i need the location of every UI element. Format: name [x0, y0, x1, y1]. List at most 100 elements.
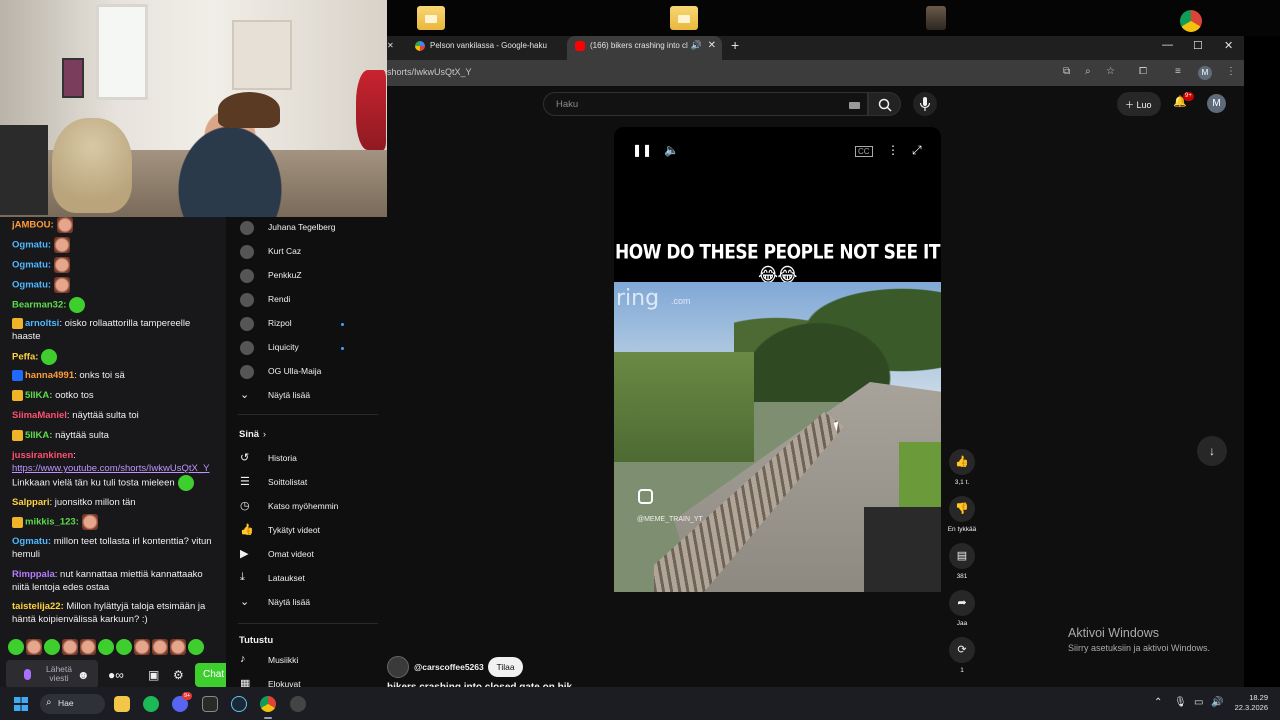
- volume-icon[interactable]: 🔈: [664, 143, 679, 157]
- chat-send-button[interactable]: Chat: [195, 663, 226, 687]
- chrome-icon[interactable]: [260, 696, 276, 712]
- chat-username[interactable]: Ogmatu:: [12, 280, 51, 291]
- shorts-player[interactable]: ❚❚ 🔈 CC ⋮ ⤢ HOW DO THESE PEOPLE NOT SEE …: [614, 127, 941, 592]
- chat-username[interactable]: jussirankinen: [12, 450, 73, 461]
- taskbar-search[interactable]: ⌕ Hae: [40, 694, 105, 714]
- sidebar-show-more[interactable]: ⌄ Näytä lisää: [226, 384, 387, 408]
- fullscreen-icon[interactable]: ⤢: [912, 143, 922, 158]
- chat-username[interactable]: Ogmatu:: [12, 260, 51, 271]
- chat-username[interactable]: Salppari: [12, 497, 50, 508]
- steam-icon[interactable]: [231, 696, 247, 712]
- dislike-button[interactable]: 👎 En tykkää: [942, 496, 982, 533]
- chat-username[interactable]: 5IIKA:: [25, 430, 52, 441]
- chat-username[interactable]: jAMBOU:: [12, 220, 54, 231]
- chat-username[interactable]: Ogmatu:: [12, 240, 51, 251]
- sidebar-item[interactable]: ⤓ Lataukset: [226, 567, 387, 591]
- subscribe-button[interactable]: Tilaa: [488, 657, 523, 677]
- windows-start-icon[interactable]: [14, 697, 28, 711]
- folder-icon[interactable]: [417, 6, 445, 30]
- chat-username[interactable]: hanna4991: [25, 370, 74, 381]
- section-heading-you[interactable]: Sinä: [239, 429, 259, 440]
- new-tab-button[interactable]: +: [731, 37, 739, 53]
- media-controls-icon[interactable]: ≡: [1175, 66, 1181, 77]
- sidebar-item[interactable]: ☰ Soittolistat: [226, 471, 387, 495]
- sidebar-item[interactable]: ▶ Omat videot: [226, 543, 387, 567]
- next-short-button[interactable]: ↓: [1197, 436, 1227, 466]
- spotify-icon[interactable]: [143, 696, 159, 712]
- tray-chevron-icon[interactable]: ⌃: [1154, 697, 1162, 708]
- extensions-icon[interactable]: ⧠: [1139, 66, 1147, 77]
- chat-username[interactable]: Ogmatu:: [12, 536, 51, 547]
- image-file-icon[interactable]: [926, 6, 946, 30]
- browser-menu-icon[interactable]: ⋮: [1226, 66, 1236, 77]
- url-text[interactable]: shorts/IwkwUsQtX_Y: [387, 67, 472, 77]
- sidebar-subscription[interactable]: Rizpol: [226, 312, 387, 336]
- sidebar-item[interactable]: ▦ Elokuvat: [226, 673, 387, 687]
- app-icon[interactable]: [290, 696, 306, 712]
- chat-username[interactable]: SiimaManiel: [12, 410, 67, 421]
- sidebar-subscription[interactable]: OG Ulla-Maija: [226, 360, 387, 384]
- keyboard-icon[interactable]: [849, 102, 860, 109]
- network-icon[interactable]: ▭: [1194, 697, 1203, 708]
- account-avatar[interactable]: M: [1207, 94, 1226, 113]
- file-explorer-icon[interactable]: [114, 696, 130, 712]
- comments-button[interactable]: ▤ 381: [947, 543, 977, 580]
- sidebar-subscription[interactable]: Kurt Caz: [226, 240, 387, 264]
- browser-window: ✕ Pelson vankilassa - Google-haku (166) …: [387, 36, 1244, 688]
- sidebar-item[interactable]: 👍 Tykätyt videot: [226, 519, 387, 543]
- create-button[interactable]: ＋ Luo: [1117, 92, 1161, 116]
- chat-username[interactable]: taistelija22:: [12, 601, 64, 612]
- chat-link[interactable]: https://www.youtube.com/shorts/IwkwUsQtX…: [12, 463, 209, 474]
- chat-username[interactable]: arnoltsi: [25, 318, 59, 329]
- chat-username[interactable]: 5IIKA:: [25, 390, 52, 401]
- channel-avatar[interactable]: [387, 656, 409, 678]
- tab-youtube-short[interactable]: (166) bikers crashing into cl 🔊 ✕: [567, 36, 722, 60]
- sidebar-subscription[interactable]: Juhana Tegelberg: [226, 217, 387, 240]
- search-input[interactable]: Haku: [543, 92, 868, 116]
- captions-icon[interactable]: CC: [855, 146, 873, 157]
- bits-icon[interactable]: ●∞: [108, 668, 124, 682]
- tab-close-icon[interactable]: ✕: [708, 40, 716, 51]
- sidebar-item[interactable]: ♪ Musiikki: [226, 649, 387, 673]
- share-button[interactable]: ➦ Jaa: [947, 590, 977, 627]
- audio-playing-icon[interactable]: 🔊: [691, 40, 702, 51]
- sidebar-show-more[interactable]: ⌄ Näytä lisää: [226, 591, 387, 615]
- zoom-icon[interactable]: ⌕: [1085, 66, 1091, 77]
- chevron-down-icon: ⌄: [240, 596, 250, 608]
- voice-search-button[interactable]: [913, 92, 937, 116]
- search-button[interactable]: [868, 92, 901, 116]
- gift-icon[interactable]: ▣: [148, 668, 159, 682]
- install-app-icon[interactable]: ⧉: [1063, 66, 1070, 77]
- folder-icon[interactable]: [670, 6, 698, 30]
- maximize-button[interactable]: ☐: [1193, 39, 1203, 52]
- close-window-button[interactable]: ✕: [1224, 39, 1233, 52]
- chat-username[interactable]: Peffa:: [12, 352, 38, 363]
- remix-button[interactable]: ⟳ 1: [947, 637, 977, 674]
- channel-name[interactable]: @carscoffee5263: [414, 662, 484, 672]
- like-button[interactable]: 👍 3,1 t.: [947, 449, 977, 486]
- chat-username[interactable]: Rimppala: [12, 569, 55, 580]
- sidebar-subscription[interactable]: Rendi: [226, 288, 387, 312]
- minimize-button[interactable]: —: [1162, 39, 1173, 51]
- chat-username[interactable]: Bearman32:: [12, 300, 66, 311]
- obs-icon[interactable]: [202, 696, 218, 712]
- chrome-shortcut-icon[interactable]: [1180, 10, 1202, 32]
- mic-tray-icon[interactable]: 🎙: [1174, 697, 1187, 708]
- emote-picker-icon[interactable]: ☻: [77, 668, 90, 682]
- mic-icon[interactable]: [24, 669, 31, 680]
- profile-avatar[interactable]: M: [1198, 66, 1212, 80]
- chat-username[interactable]: mikkis_123:: [25, 517, 79, 528]
- more-options-icon[interactable]: ⋮: [887, 143, 899, 157]
- address-bar[interactable]: shorts/IwkwUsQtX_Y ⧉ ⌕ ☆ ⧠ ≡ M ⋮: [387, 60, 1244, 86]
- tab-close-icon[interactable]: ✕: [387, 36, 407, 60]
- bookmark-star-icon[interactable]: ☆: [1106, 66, 1115, 77]
- sidebar-subscription[interactable]: PenkkuZ: [226, 264, 387, 288]
- sidebar-item[interactable]: ↺ Historia: [226, 447, 387, 471]
- sidebar-item[interactable]: ◷ Katso myöhemmin: [226, 495, 387, 519]
- system-clock[interactable]: 18.29 22.3.2026: [1232, 693, 1268, 713]
- sidebar-subscription[interactable]: Liquicity: [226, 336, 387, 360]
- settings-gear-icon[interactable]: ⚙: [173, 668, 184, 682]
- pause-icon[interactable]: ❚❚: [632, 143, 652, 157]
- volume-tray-icon[interactable]: 🔊: [1211, 697, 1223, 708]
- tab-google-search[interactable]: Pelson vankilassa - Google-haku: [407, 36, 567, 60]
